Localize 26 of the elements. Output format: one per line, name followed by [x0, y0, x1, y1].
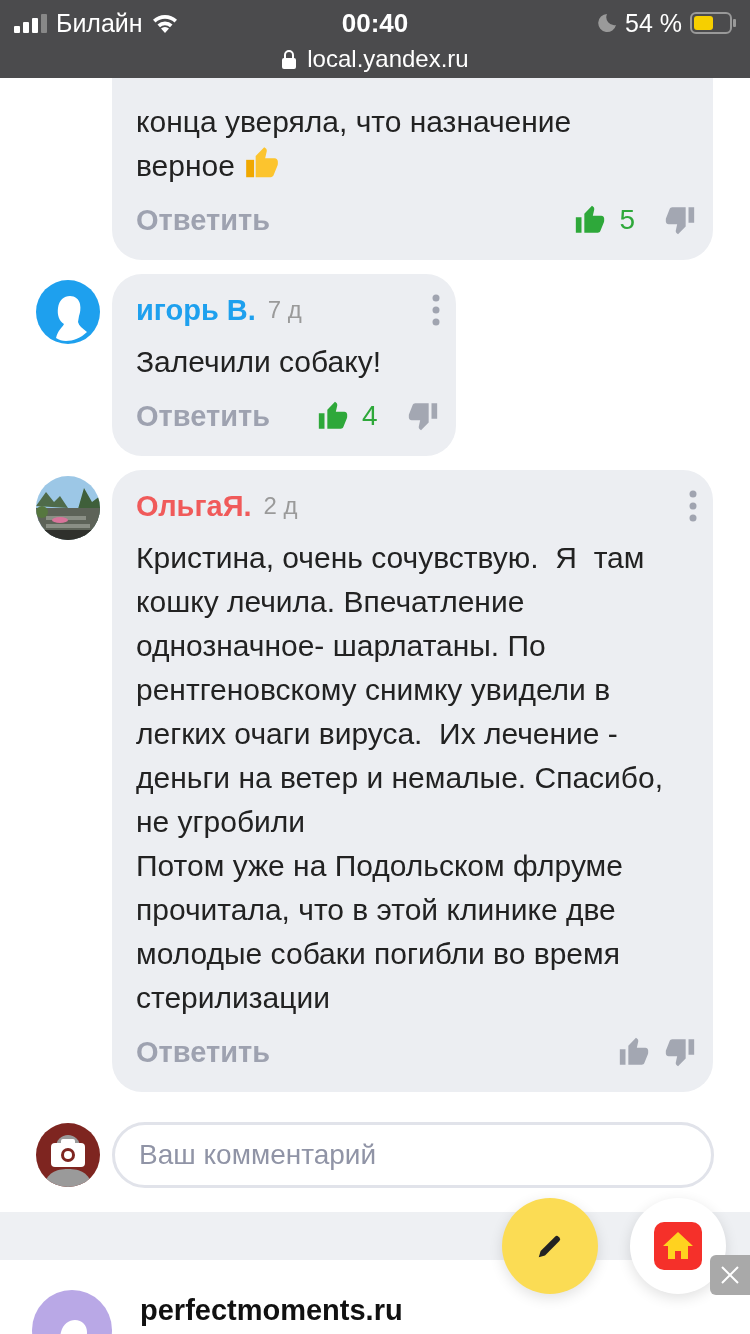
wifi-icon [150, 13, 179, 33]
like-count: 5 [619, 204, 635, 236]
reply-link[interactable]: Ответить [136, 1035, 270, 1069]
reply-link[interactable]: Ответить [136, 399, 270, 433]
home-icon [654, 1222, 702, 1270]
comment-age: 2 д [263, 492, 298, 520]
close-button[interactable] [710, 1255, 750, 1295]
signal-icon [14, 13, 48, 33]
comment-age: 7 д [267, 296, 302, 324]
author-name[interactable]: игорь В. [136, 293, 256, 327]
comment-input[interactable]: Ваш комментарий [112, 1122, 714, 1188]
comment-text: верное [136, 149, 235, 182]
author-name[interactable]: ОльгаЯ. [136, 489, 252, 523]
battery-percent: 54 % [625, 8, 682, 38]
site-title[interactable]: perfectmoments.ru [140, 1294, 403, 1327]
carrier-name: Билайн [56, 8, 143, 38]
like-count: 4 [362, 400, 378, 432]
comment-text: Кристина, очень сочувствую. Я там кошку лечила. Впечатление однозначное- шарлатаны. По рентгеновскому снимку увидели в легких очаги вируса. Их лечение - деньги на ветер и немалые. Спасибо, не угробили Потом уже на Подольском флруме прочитала, что в этой клинике две молодые собаки погибли во время стерилизации [136, 541, 665, 1014]
page-url[interactable]: local.yandex.ru [307, 45, 469, 73]
reply-link[interactable]: Ответить [136, 203, 270, 237]
moon-icon [597, 13, 617, 33]
clock-time: 00:40 [341, 7, 409, 39]
battery-icon [690, 12, 736, 34]
comment-text: конца уверяла, что назначение [136, 105, 572, 138]
lock-icon [281, 49, 298, 69]
comment-text: Залечили собаку! [136, 345, 381, 378]
